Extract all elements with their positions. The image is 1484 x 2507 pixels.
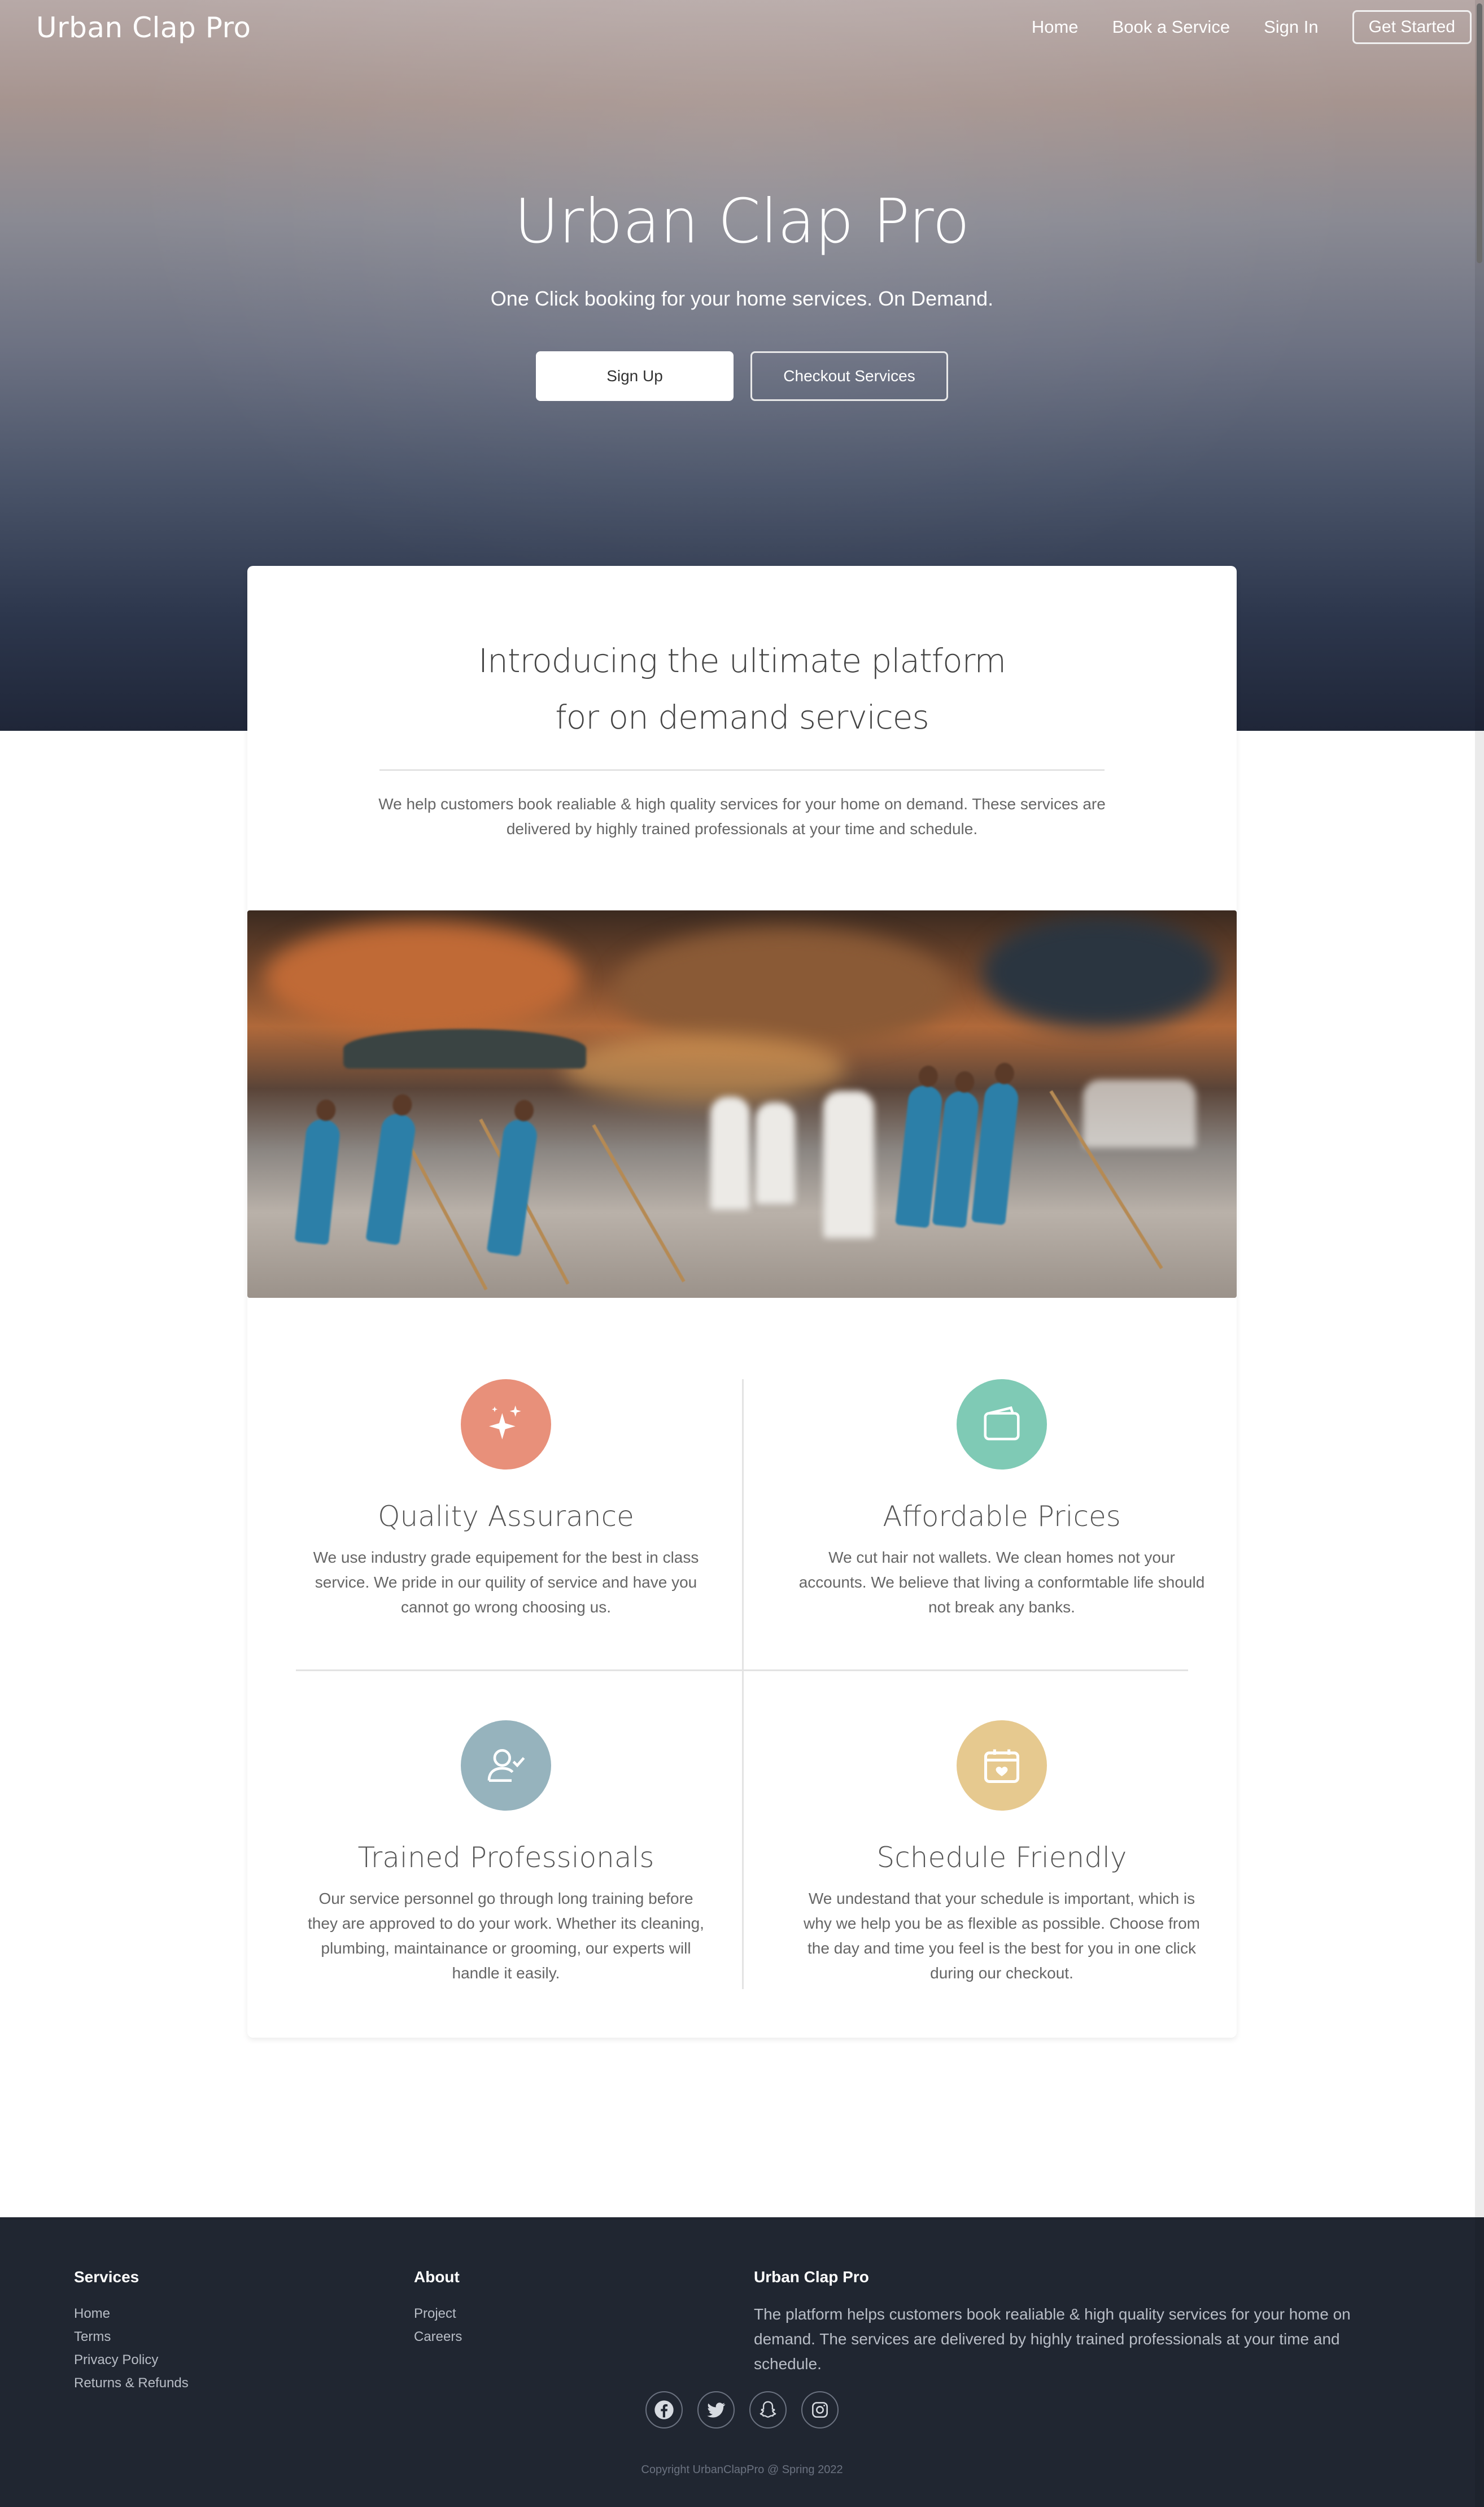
feature-description: We use industry grade equipement for the… (313, 1549, 699, 1616)
sparkles-icon (461, 1379, 551, 1470)
intro-description: We help customers book realiable & high … (378, 795, 1106, 838)
feature-title: Schedule Friendly (876, 1841, 1127, 1874)
facebook-icon[interactable] (645, 2391, 683, 2428)
intro-title: Introducing the ultimate platform for on… (247, 633, 1237, 745)
hero-subtitle: One Click booking for your home services… (490, 287, 994, 310)
top-nav: Home Book a Service Sign In Get Started (1032, 10, 1472, 44)
instagram-icon[interactable] (801, 2391, 839, 2428)
checkout-services-button[interactable]: Checkout Services (750, 351, 948, 401)
copyright-text: Copyright UrbanClapPro @ Spring 2022 (641, 2464, 843, 2476)
cleaning-crew-photo (247, 910, 1237, 1298)
nav-home-link[interactable]: Home (1032, 17, 1079, 37)
sign-up-button[interactable]: Sign Up (536, 351, 734, 401)
feature-affordable-prices: Affordable Prices We cut hair not wallet… (793, 1379, 1211, 1620)
intro-title-line-2: for on demand services (555, 698, 929, 736)
feature-description: We cut hair not wallets. We clean homes … (798, 1549, 1205, 1616)
nav-book-service-link[interactable]: Book a Service (1112, 17, 1230, 37)
footer-brand-description: The platform helps customers book realia… (754, 2305, 1351, 2373)
feature-schedule-friendly: Schedule Friendly We undestand that your… (793, 1720, 1211, 1986)
footer-link-home[interactable]: Home (74, 2302, 189, 2325)
footer-about-column: About Project Careers (414, 2268, 462, 2348)
feature-trained-professionals: Trained Professionals Our service person… (297, 1720, 715, 1986)
footer-link-careers[interactable]: Careers (414, 2325, 462, 2348)
wallet-icon (957, 1379, 1047, 1470)
intro-card: Introducing the ultimate platform for on… (247, 566, 1237, 2038)
feature-title: Quality Assurance (378, 1500, 634, 1533)
snapchat-icon[interactable] (749, 2391, 787, 2428)
scrollbar-thumb[interactable] (1477, 3, 1482, 263)
footer-link-privacy-policy[interactable]: Privacy Policy (74, 2348, 189, 2371)
footer-services-column: Services Home Terms Privacy Policy Retur… (74, 2268, 189, 2395)
intro-title-line-1: Introducing the ultimate platform (478, 642, 1006, 680)
intro-divider (379, 769, 1105, 771)
footer-brand-column: Urban Clap Pro The platform helps custom… (754, 2268, 1403, 2377)
hero-buttons: Sign Up Checkout Services (0, 351, 1484, 401)
nav-sign-in-link[interactable]: Sign In (1264, 17, 1319, 37)
feature-title: Trained Professionals (357, 1841, 654, 1874)
feature-description: Our service personnel go through long tr… (308, 1890, 704, 1982)
feature-description: We undestand that your schedule is impor… (804, 1890, 1200, 1982)
footer-about-heading: About (414, 2268, 460, 2286)
user-check-icon (461, 1720, 551, 1811)
footer-brand-heading: Urban Clap Pro (754, 2268, 869, 2286)
feature-title: Affordable Prices (883, 1500, 1121, 1533)
twitter-icon[interactable] (697, 2391, 735, 2428)
features-vertical-divider (742, 1379, 744, 1989)
calendar-heart-icon (957, 1720, 1047, 1811)
brand-logo[interactable]: Urban Clap Pro (36, 11, 251, 44)
footer-link-project[interactable]: Project (414, 2302, 462, 2325)
footer-services-heading: Services (74, 2268, 139, 2286)
page-scrollbar[interactable] (1475, 0, 1484, 2507)
feature-quality-assurance: Quality Assurance We use industry grade … (297, 1379, 715, 1620)
hero-title: Urban Clap Pro (514, 186, 970, 257)
footer-link-terms[interactable]: Terms (74, 2325, 189, 2348)
features-horizontal-divider (296, 1669, 1188, 1671)
site-footer: Services Home Terms Privacy Policy Retur… (0, 2217, 1484, 2507)
get-started-button[interactable]: Get Started (1352, 10, 1472, 44)
social-links (0, 2391, 1484, 2428)
